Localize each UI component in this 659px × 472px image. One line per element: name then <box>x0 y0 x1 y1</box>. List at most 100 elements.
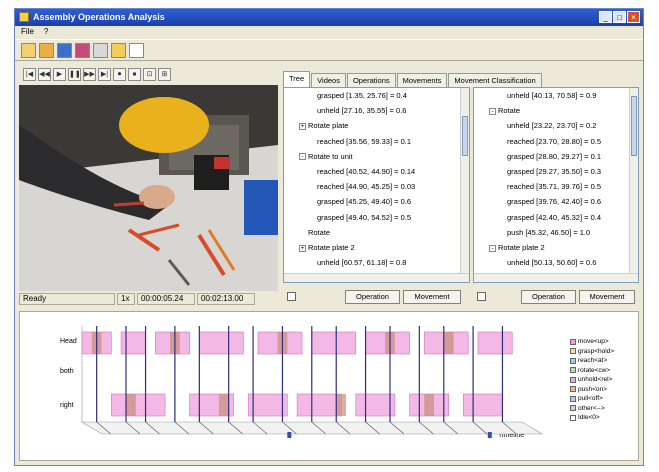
scroll-thumb[interactable] <box>462 116 468 156</box>
tree-item[interactable]: unheld [23.22, 23.70] = 0.2 <box>507 121 596 131</box>
tree-item[interactable]: grasped [45.25, 49.40] = 0.6 <box>317 197 411 207</box>
window-title: Assembly Operations Analysis <box>33 12 165 22</box>
expand-toggle-icon[interactable]: - <box>299 153 306 161</box>
expand-toggle-icon[interactable]: + <box>299 122 306 130</box>
video-frame[interactable] <box>19 85 278 291</box>
timeline-accent <box>443 332 454 354</box>
right-movement-button[interactable]: Movement <box>579 290 635 304</box>
timeline-floor <box>80 421 544 435</box>
timeline-playhead <box>287 432 292 438</box>
tree-item[interactable]: grasped [29.27, 35.50] = 0.3 <box>507 167 601 177</box>
timeline-chart[interactable] <box>20 312 565 460</box>
legend-label: push<on> <box>578 385 607 393</box>
left-movement-button[interactable]: Movement <box>403 290 461 304</box>
timeline-accent <box>126 394 136 416</box>
menu-file[interactable]: File <box>21 26 34 38</box>
tree-item[interactable]: push [45.32, 46.50] = 1.0 <box>507 228 590 238</box>
tab-videos[interactable]: Videos <box>311 73 346 87</box>
open-icon[interactable] <box>39 43 54 58</box>
timeline-end-marker <box>487 432 492 438</box>
tab-movements[interactable]: Movements <box>396 73 448 87</box>
skip-end-button[interactable]: ▶| <box>98 67 111 81</box>
horizontal-scrollbar[interactable] <box>284 273 469 282</box>
window-icon[interactable] <box>129 43 144 58</box>
close-button[interactable]: × <box>627 11 640 23</box>
left-select-checkbox[interactable] <box>287 292 296 301</box>
legend-swatch <box>570 357 576 364</box>
vertical-scrollbar[interactable] <box>629 88 638 282</box>
legend-item: pull<off> <box>570 395 603 402</box>
tree-item[interactable]: unheld [60.57, 61.18] = 0.8 <box>317 258 406 268</box>
tree-item-label: unheld [60.57, 61.18] = 0.8 <box>317 258 407 268</box>
snapshot-button[interactable]: ⊡ <box>143 67 156 81</box>
timeline-accent <box>424 394 434 416</box>
tab-tree[interactable]: Tree <box>283 71 311 87</box>
record-button[interactable]: ⏺ <box>113 67 126 81</box>
tab-operations[interactable]: Operations <box>346 73 396 87</box>
legend-label: rotate<cw> <box>578 366 611 374</box>
timeline-segment <box>120 331 146 355</box>
minimize-button[interactable]: _ <box>599 11 612 23</box>
timeline-segment <box>311 331 357 355</box>
save-icon[interactable] <box>57 43 72 58</box>
settings-icon[interactable] <box>93 43 108 58</box>
expand-toggle-icon[interactable]: - <box>489 244 496 252</box>
expand-toggle-icon[interactable]: + <box>299 244 306 252</box>
right-operation-button[interactable]: Operation <box>521 290 576 304</box>
skip-start-button[interactable]: |◀ <box>23 67 36 81</box>
tree-item-label: Rotate plate <box>308 121 349 131</box>
tree-item[interactable]: - Rotate to unit <box>299 152 353 162</box>
fast-forward-button[interactable]: ▶▶ <box>83 67 96 81</box>
right-select-checkbox[interactable] <box>477 292 486 301</box>
horizontal-scrollbar[interactable] <box>474 273 638 282</box>
legend-item: other<--> <box>570 405 605 412</box>
tree-item[interactable]: grasped [39.76, 42.40] = 0.6 <box>507 197 601 207</box>
tree-item[interactable]: unheld [40.13, 70.58] = 0.9 <box>507 91 596 101</box>
tree-item[interactable]: + Rotate plate <box>299 121 348 131</box>
timeline-panel[interactable]: Head both right Timeline move<up> grasp<h… <box>19 311 639 461</box>
video-scene <box>19 85 278 291</box>
help-icon[interactable] <box>111 43 126 58</box>
tree-item[interactable]: unheld [50.13, 50.60] = 0.6 <box>507 258 596 268</box>
tree-item[interactable]: unheld [27.16, 35.55] = 0.6 <box>317 106 406 116</box>
tree-item[interactable]: reached [44.90, 45.25] = 0.03 <box>317 182 415 192</box>
stop-button[interactable]: ⏹ <box>128 67 141 81</box>
tree-item[interactable]: Rotate <box>308 228 330 238</box>
legend-label: other<--> <box>578 404 605 412</box>
new-icon[interactable] <box>21 43 36 58</box>
tree-item[interactable]: + Rotate plate 2 <box>299 243 355 253</box>
pause-button[interactable]: ❚❚ <box>68 67 81 81</box>
tree-item-label: unheld [50.13, 50.60] = 0.6 <box>507 258 597 268</box>
tree-item[interactable]: grasped [49.40, 54.52] = 0.5 <box>317 213 411 223</box>
tree-item[interactable]: reached [40.52, 44.90] = 0.14 <box>317 167 415 177</box>
operation-tree-right[interactable]: unheld [40.13, 70.58] = 0.9 - Rotate unheld… <box>473 87 639 283</box>
tree-item[interactable]: reached [35.56, 59.33] = 0.1 <box>317 137 411 147</box>
tree-item[interactable]: grasped [42.40, 45.32] = 0.4 <box>507 213 601 223</box>
legend-item: push<on> <box>570 386 607 393</box>
maximize-button[interactable]: □ <box>613 11 626 23</box>
legend-swatch <box>570 395 576 402</box>
fullscreen-button[interactable]: ⊞ <box>158 67 171 81</box>
tab-movement-classification[interactable]: Movement Classification <box>448 73 542 87</box>
expand-toggle-icon[interactable]: - <box>489 107 496 115</box>
tree-item[interactable]: - Rotate plate 2 <box>489 243 545 253</box>
tree-item[interactable]: - Rotate <box>489 106 520 116</box>
tree-item-label: unheld [23.22, 23.70] = 0.2 <box>507 121 597 131</box>
left-operation-button[interactable]: Operation <box>345 290 400 304</box>
tree-item-label: grasped [45.25, 49.40] = 0.6 <box>317 197 412 207</box>
timeline-segment <box>199 331 244 355</box>
export-icon[interactable] <box>75 43 90 58</box>
scroll-thumb[interactable] <box>631 96 637 156</box>
menu-help[interactable]: ? <box>44 26 48 38</box>
tree-item[interactable]: grasped [28.80, 29.27] = 0.1 <box>507 152 601 162</box>
operation-tree-left[interactable]: grasped [1.35, 25.76] = 0.4 unheld [27.16… <box>283 87 470 283</box>
tree-item[interactable]: reached [35.71, 39.76] = 0.5 <box>507 182 601 192</box>
timeline-segment <box>355 393 396 417</box>
vertical-scrollbar[interactable] <box>460 88 469 282</box>
tree-item-label: unheld [27.16, 35.55] = 0.6 <box>317 106 407 116</box>
play-button[interactable]: ▶ <box>53 67 66 81</box>
tree-item[interactable]: grasped [1.35, 25.76] = 0.4 <box>317 91 407 101</box>
rewind-button[interactable]: ◀◀ <box>38 67 51 81</box>
tree-item[interactable]: reached [23.70, 28.80] = 0.5 <box>507 137 601 147</box>
menu-bar: File ? <box>15 26 643 38</box>
